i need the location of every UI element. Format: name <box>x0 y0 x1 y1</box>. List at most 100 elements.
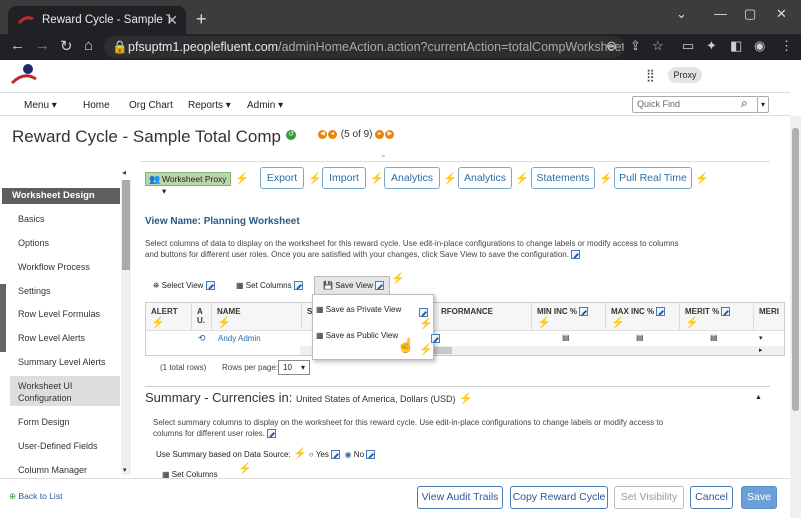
edit-pencil-icon[interactable] <box>721 307 731 317</box>
edit-pencil-icon[interactable] <box>579 307 589 317</box>
minimize-icon[interactable]: — <box>714 6 727 21</box>
edit-pencil-icon[interactable] <box>656 307 666 317</box>
lightning-icon[interactable]: ⚡ <box>370 172 384 185</box>
employee-name-link[interactable]: Andy Admin <box>218 334 261 343</box>
lightning-icon[interactable]: ⚡ <box>238 462 252 475</box>
new-tab-icon[interactable]: + <box>196 9 207 30</box>
collapse-section-icon[interactable]: ▲ <box>755 394 762 401</box>
lightning-icon[interactable]: ⚡ <box>443 172 457 185</box>
sidebar-item-row-level-formulas[interactable]: Row Level Formulas <box>18 309 100 319</box>
cast-icon[interactable]: ▭ <box>682 38 694 54</box>
zoom-icon[interactable]: ⊖ <box>606 38 617 54</box>
first-record-icon[interactable]: ◀ <box>318 129 327 139</box>
save-button[interactable]: Save <box>741 486 777 509</box>
lightning-icon[interactable]: ⚡ <box>599 172 613 185</box>
edit-pencil-icon[interactable] <box>267 429 277 439</box>
prev-record-icon[interactable]: ◂ <box>328 129 337 139</box>
export-button[interactable]: Export <box>260 167 304 189</box>
sidebar-item-settings[interactable]: Settings <box>18 286 51 296</box>
pull-real-time-button[interactable]: Pull Real Time <box>614 167 692 189</box>
edit-pencil-icon[interactable] <box>375 281 385 291</box>
back-to-list-link[interactable]: ⊕ Back to List <box>9 491 62 502</box>
menu-item-menu[interactable]: Menu ▾ <box>24 100 57 111</box>
lightning-icon[interactable]: ⚡ <box>235 172 249 185</box>
edit-pencil-icon[interactable] <box>331 450 341 460</box>
analytics-button-2[interactable]: Analytics <box>458 167 512 189</box>
column-header-name[interactable]: NAME ⚡ <box>212 303 302 331</box>
select-view-button[interactable]: ⛯ Select View <box>153 281 215 291</box>
extensions-icon[interactable]: ✦ <box>706 38 717 54</box>
cancel-button[interactable]: Cancel <box>690 486 733 509</box>
table-row[interactable]: ⟲ Andy Admin ▤ ▤ ▤ <box>146 330 784 346</box>
menu-item-admin[interactable]: Admin ▾ <box>247 100 283 111</box>
sidebar-item-form-design[interactable]: Form Design <box>18 417 70 427</box>
back-icon[interactable]: ← <box>10 37 25 54</box>
view-audit-trails-button[interactable]: View Audit Trails <box>417 486 503 509</box>
scroll-down-icon[interactable]: ▾ <box>759 334 763 342</box>
sidebar-item-options[interactable]: Options <box>18 238 49 248</box>
home-icon[interactable]: ⌂ <box>84 37 93 54</box>
share-icon[interactable]: ⇪ <box>630 38 641 54</box>
yes-radio[interactable]: ○ <box>309 450 314 459</box>
browser-tab[interactable]: Reward Cycle - Sample Total Com ✕ <box>8 6 186 34</box>
sidebar-item-worksheet-ui-configuration[interactable]: Worksheet UI Configuration <box>18 380 110 404</box>
edit-pencil-icon[interactable] <box>366 450 376 460</box>
audit-icon[interactable]: ⟲ <box>198 333 206 344</box>
proxy-button[interactable]: Proxy <box>668 67 702 83</box>
search-icon[interactable]: ⌕ <box>741 96 748 111</box>
column-header-au[interactable]: A U. <box>192 303 212 331</box>
set-visibility-button[interactable]: Set Visibility <box>614 486 684 509</box>
save-public-view-option[interactable]: ▦ Save as Public View <box>316 331 398 340</box>
url-field[interactable]: 🔒 pfsuptm1.peoplefluent.com/adminHomeAct… <box>104 36 624 58</box>
edit-pencil-icon[interactable] <box>293 281 303 291</box>
quick-find-dropdown[interactable]: ▾ <box>757 96 769 113</box>
column-header-merit-2[interactable]: MERI <box>754 303 784 331</box>
maximize-icon[interactable]: ▢ <box>744 6 756 22</box>
lightning-icon[interactable]: ⚡ <box>695 172 709 185</box>
last-record-icon[interactable]: ▶ <box>385 129 395 139</box>
set-columns-button[interactable]: ▦ Set Columns <box>236 281 303 291</box>
sidebar-scroll-thumb[interactable] <box>122 180 130 270</box>
analytics-button[interactable]: Analytics <box>384 167 440 189</box>
rows-per-page-select[interactable]: 10 ▾ <box>278 360 310 375</box>
lightning-icon[interactable]: ⚡ <box>308 172 322 185</box>
scroll-right-icon[interactable]: ▸ <box>759 346 763 354</box>
column-header-min-inc[interactable]: MIN INC % ⚡ <box>532 303 606 331</box>
lightning-icon[interactable]: ⚡ <box>391 272 405 285</box>
edit-pencil-icon[interactable] <box>419 307 428 317</box>
sidebar-item-row-level-alerts[interactable]: Row Level Alerts <box>18 333 85 343</box>
collapse-tabs-icon[interactable]: ⌄ <box>676 6 687 22</box>
lightning-icon[interactable]: ⚡ <box>419 317 433 330</box>
sidebar-item-column-manager[interactable]: Column Manager <box>18 465 87 475</box>
lightning-icon[interactable]: ⚡ <box>293 448 307 460</box>
edit-pencil-icon[interactable] <box>571 250 581 260</box>
statements-button[interactable]: Statements <box>531 167 595 189</box>
summary-set-columns-button[interactable]: ▦ Set Columns <box>162 470 218 478</box>
sidebar-item-workflow-process[interactable]: Workflow Process <box>18 262 90 272</box>
import-button[interactable]: Import <box>322 167 366 189</box>
lightning-icon[interactable]: ⚡ <box>515 172 529 185</box>
sidepanel-icon[interactable]: ◧ <box>730 38 742 54</box>
page-scroll-thumb[interactable] <box>792 128 799 411</box>
save-view-button[interactable]: 💾 Save View <box>314 276 390 294</box>
menu-item-home[interactable]: Home <box>83 100 110 111</box>
copy-reward-cycle-button[interactable]: Copy Reward Cycle <box>510 486 608 509</box>
refresh-icon[interactable]: ↺ <box>286 130 296 140</box>
lightning-icon[interactable]: ⚡ <box>459 393 473 405</box>
menu-item-reports[interactable]: Reports ▾ <box>188 100 231 111</box>
column-header-performance[interactable]: RFORMANCE <box>436 303 532 331</box>
sidebar-toggle-handle[interactable] <box>0 284 6 352</box>
forward-icon[interactable]: → <box>35 37 50 54</box>
quick-find-input[interactable]: Quick Find <box>632 96 758 113</box>
close-tab-icon[interactable]: ✕ <box>166 12 178 29</box>
column-header-merit[interactable]: MERIT % ⚡ <box>680 303 754 331</box>
collapse-sidebar-icon[interactable]: ◂ <box>122 168 126 177</box>
bookmark-star-icon[interactable]: ☆ <box>652 38 664 54</box>
sidebar-item-summary-level-alerts[interactable]: Summary Level Alerts <box>18 357 106 367</box>
menu-item-org-chart[interactable]: Org Chart <box>129 100 173 111</box>
apps-grid-icon[interactable]: ⣿ <box>646 68 655 82</box>
sidebar-item-basics[interactable]: Basics <box>18 214 45 224</box>
close-window-icon[interactable]: ✕ <box>776 6 787 22</box>
save-private-view-option[interactable]: ▦ Save as Private View <box>316 305 401 314</box>
calculator-icon[interactable]: ▤ <box>636 333 644 342</box>
